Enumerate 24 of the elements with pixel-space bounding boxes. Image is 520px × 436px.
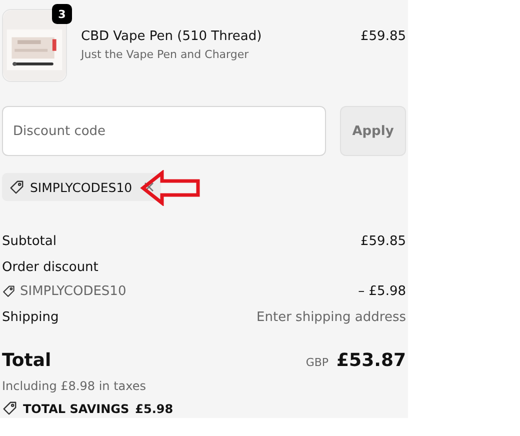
subtotal-value: £59.85	[360, 234, 406, 248]
product-title: CBD Vape Pen (510 Thread)	[81, 29, 263, 44]
close-icon[interactable]	[144, 182, 154, 192]
total-value: £53.87	[336, 350, 406, 370]
shipping-value: Enter shipping address	[256, 310, 406, 324]
discount-code: SIMPLYCODES10	[20, 284, 126, 298]
savings-label: TOTAL SAVINGS	[23, 402, 130, 416]
quantity-badge: 3	[52, 4, 72, 24]
taxes-note: Including £8.98 in taxes	[2, 379, 148, 393]
total-label: Total	[2, 350, 52, 370]
discount-code: SIMPLYCODES10	[30, 180, 132, 194]
product-price: £59.85	[360, 28, 406, 44]
subtotal-label: Subtotal	[2, 234, 56, 248]
tag-icon	[2, 284, 15, 298]
discount-code-field[interactable]: Discount code	[2, 106, 326, 156]
product-variant: Just the Vape Pen and Charger	[81, 48, 250, 61]
savings-amount: £5.98	[135, 402, 174, 416]
tag-icon	[9, 180, 24, 194]
order-discount-label: Order discount	[2, 260, 98, 274]
arrow-drawing	[140, 170, 202, 206]
savings-tag-icon	[2, 401, 17, 416]
currency-code: GBP	[306, 356, 329, 368]
shipping-label: Shipping	[2, 310, 59, 324]
discount-amount: – £5.98	[358, 284, 406, 298]
